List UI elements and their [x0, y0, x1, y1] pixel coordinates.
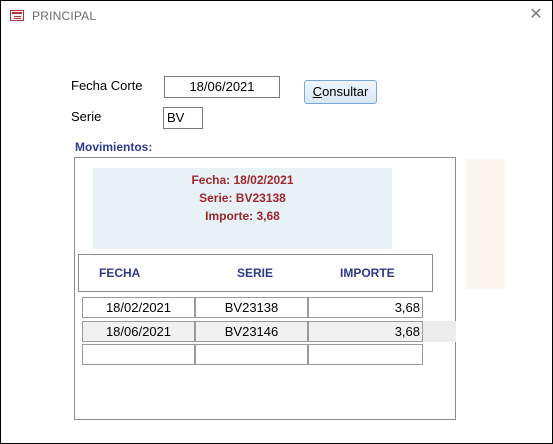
selected-summary-panel: Fecha: 18/02/2021 Serie: BV23138 Importe…	[93, 168, 392, 249]
cell-fecha[interactable]: 18/06/2021	[82, 321, 195, 342]
consultar-button[interactable]: Consultar	[304, 80, 377, 104]
serie-label: Serie	[71, 109, 102, 124]
column-header-importe: IMPORTE	[340, 266, 395, 280]
table-header: FECHA SERIE IMPORTE	[78, 254, 433, 292]
cell-importe[interactable]	[308, 344, 423, 365]
fecha-corte-label: Fecha Corte	[71, 78, 143, 93]
selected-row-highlight	[423, 321, 456, 342]
subform-background-accent	[466, 159, 505, 289]
movimientos-subform: Fecha: 18/02/2021 Serie: BV23138 Importe…	[74, 157, 505, 420]
close-icon[interactable]: ✕	[526, 5, 546, 25]
cell-importe[interactable]: 3,68	[308, 321, 423, 342]
movimientos-label: Movimientos:	[75, 140, 153, 154]
summary-fecha: Fecha: 18/02/2021	[191, 173, 294, 187]
fecha-corte-input[interactable]: 18/06/2021	[164, 76, 280, 98]
cell-fecha[interactable]	[82, 344, 195, 365]
column-header-fecha: FECHA	[99, 266, 141, 280]
consultar-accesskey: C	[312, 84, 323, 99]
summary-serie: Serie: BV23138	[199, 191, 286, 205]
main-window: PRINCIPAL ✕ Fecha Corte 18/06/2021 Serie…	[0, 0, 553, 444]
column-header-serie: SERIE	[237, 266, 274, 280]
window-title: PRINCIPAL	[32, 9, 97, 23]
consultar-label: onsultar	[322, 84, 369, 99]
cell-serie[interactable]: BV23138	[195, 297, 308, 318]
serie-input[interactable]: BV	[163, 107, 203, 129]
cell-fecha[interactable]: 18/02/2021	[82, 297, 195, 318]
cell-serie[interactable]	[195, 344, 308, 365]
cell-importe[interactable]: 3,68	[308, 297, 423, 318]
form-icon	[10, 10, 24, 21]
cell-serie[interactable]: BV23146	[195, 321, 308, 342]
title-bar: PRINCIPAL ✕	[1, 1, 552, 31]
summary-importe: Importe: 3,68	[205, 209, 280, 223]
